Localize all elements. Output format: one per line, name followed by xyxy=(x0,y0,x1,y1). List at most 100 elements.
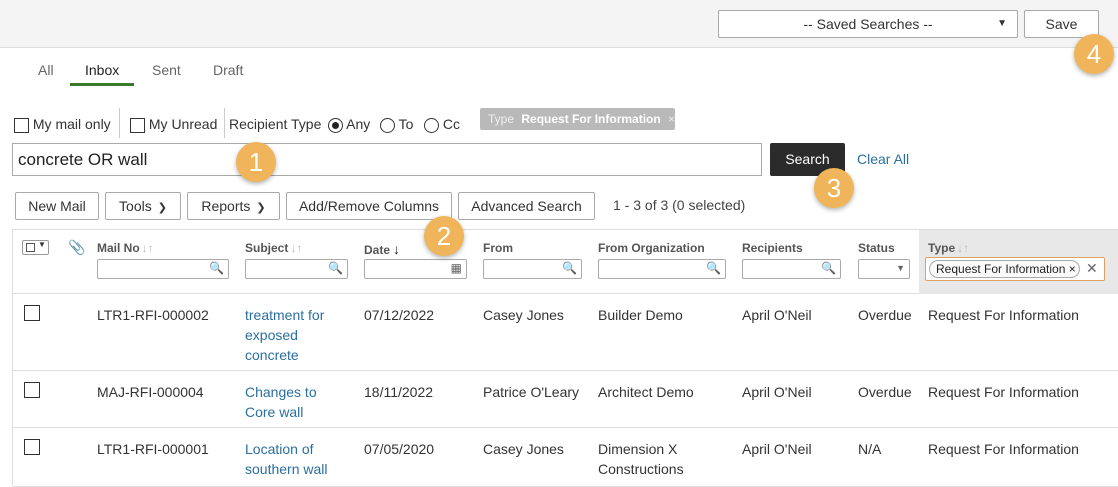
clear-icon[interactable]: ✕ xyxy=(1086,260,1098,277)
status-filter-select[interactable]: ▼ xyxy=(858,259,910,279)
tools-label: Tools xyxy=(119,198,152,214)
column-header-subject[interactable]: Subject ↓↑ xyxy=(245,241,302,255)
sort-icon: ↓↑ xyxy=(957,241,970,255)
advanced-search-button[interactable]: Advanced Search xyxy=(458,192,595,220)
caret-down-icon: ▼ xyxy=(38,240,46,249)
cell-from-org: Architect Demo xyxy=(598,384,694,400)
recipient-any-option[interactable]: Any xyxy=(328,116,370,133)
search-input[interactable]: concrete OR wall xyxy=(12,143,762,176)
result-count: 1 - 3 of 3 (0 selected) xyxy=(613,197,746,213)
cell-mail-no: LTR1-RFI-000001 xyxy=(97,441,209,457)
sort-icon: ↓↑ xyxy=(290,241,303,255)
table-row[interactable]: MAJ-RFI-000004 Changes to Core wall 18/1… xyxy=(13,371,1118,428)
column-header-date[interactable]: Date ↓ xyxy=(364,241,400,257)
calendar-icon: ▦ xyxy=(450,261,462,275)
column-header-from[interactable]: From xyxy=(483,241,513,255)
grid-header: ▼ 📎 Mail No ↓↑ Subject ↓↑ Date ↓ From From … xyxy=(13,230,1118,294)
table-row[interactable]: LTR1-RFI-000001 Location of southern wal… xyxy=(13,428,1118,487)
tab-all[interactable]: All xyxy=(38,62,54,86)
cell-mail-no: MAJ-RFI-000004 xyxy=(97,384,204,400)
select-all-checkbox[interactable]: ▼ xyxy=(22,240,49,255)
top-bar: -- Saved Searches -- ▼ Save xyxy=(0,0,1118,48)
type-filter-chip[interactable]: Type Request For Information × xyxy=(480,108,675,130)
cell-subject-link[interactable]: Changes to Core wall xyxy=(245,382,345,422)
my-unread-filter[interactable]: My Unread xyxy=(130,116,217,133)
cell-from: Patrice O'Leary xyxy=(483,384,580,400)
recipient-to-option[interactable]: To xyxy=(380,116,413,133)
row-checkbox[interactable] xyxy=(24,305,40,321)
cell-type: Request For Information xyxy=(928,307,1079,323)
cell-recipients: April O'Neil xyxy=(742,441,812,457)
table-row[interactable]: LTR1-RFI-000002 treatment for exposed co… xyxy=(13,294,1118,371)
my-unread-checkbox[interactable] xyxy=(130,117,145,133)
callout-badge-4: 4 xyxy=(1074,34,1114,74)
callout-badge-1: 1 xyxy=(236,142,276,182)
cell-date: 07/12/2022 xyxy=(364,307,435,323)
cell-subject-link[interactable]: treatment for exposed concrete xyxy=(245,305,345,365)
column-header-from-org[interactable]: From Organization xyxy=(598,241,705,255)
radio-to[interactable] xyxy=(380,117,395,133)
mail-grid: ▼ 📎 Mail No ↓↑ Subject ↓↑ Date ↓ From From … xyxy=(12,229,1118,487)
radio-any-label: Any xyxy=(346,116,371,132)
type-label: Type xyxy=(928,241,956,255)
my-mail-only-checkbox[interactable] xyxy=(14,117,29,133)
column-header-type[interactable]: Type ↓↑ xyxy=(928,241,969,255)
cell-type: Request For Information xyxy=(928,441,1079,457)
tab-draft[interactable]: Draft xyxy=(213,62,243,86)
date-label: Date xyxy=(364,243,391,257)
divider xyxy=(119,108,120,138)
column-header-status[interactable]: Status xyxy=(858,241,895,255)
subject-filter-input[interactable]: 🔍 xyxy=(245,259,348,279)
checkbox-icon xyxy=(26,243,35,252)
my-mail-only-label: My mail only xyxy=(32,116,111,132)
cell-status: Overdue xyxy=(858,307,912,323)
mail-no-filter-input[interactable]: 🔍 xyxy=(97,259,229,279)
from-filter-input[interactable]: 🔍 xyxy=(483,259,582,279)
type-chip-key: Type xyxy=(488,112,515,126)
chevron-down-icon: ❯ xyxy=(256,202,266,214)
my-mail-only-filter[interactable]: My mail only xyxy=(14,116,111,133)
cell-subject-link[interactable]: Location of southern wall xyxy=(245,439,345,479)
tab-sent[interactable]: Sent xyxy=(152,62,181,86)
reports-label: Reports xyxy=(201,198,251,214)
add-remove-columns-button[interactable]: Add/Remove Columns xyxy=(286,192,452,220)
column-header-mail-no[interactable]: Mail No ↓↑ xyxy=(97,241,154,255)
tools-button[interactable]: Tools ❯ xyxy=(105,192,181,220)
saved-searches-select[interactable]: -- Saved Searches -- ▼ xyxy=(718,10,1018,38)
cell-date: 07/05/2020 xyxy=(364,441,435,457)
caret-down-icon: ▼ xyxy=(997,18,1007,29)
from-org-filter-input[interactable]: 🔍 xyxy=(598,259,726,279)
type-filter-token[interactable]: Request For Information × xyxy=(929,260,1080,278)
recipient-cc-option[interactable]: Cc xyxy=(424,116,460,133)
caret-down-icon: ▼ xyxy=(896,263,905,273)
recipients-filter-input[interactable]: 🔍 xyxy=(742,259,841,279)
search-icon: 🔍 xyxy=(209,261,224,275)
my-unread-label: My Unread xyxy=(148,116,218,132)
sort-descending-icon: ↓ xyxy=(393,241,401,257)
cell-status: Overdue xyxy=(858,384,912,400)
column-header-recipients[interactable]: Recipients xyxy=(742,241,803,255)
cell-from-org: Dimension X Constructions xyxy=(598,441,684,477)
callout-badge-3: 3 xyxy=(814,168,854,208)
new-mail-button[interactable]: New Mail xyxy=(15,192,99,220)
cell-date: 18/11/2022 xyxy=(364,384,434,400)
search-icon: 🔍 xyxy=(328,261,343,275)
type-filter-select[interactable]: Request For Information × ✕ xyxy=(925,257,1105,281)
row-checkbox[interactable] xyxy=(24,382,40,398)
search-icon: 🔍 xyxy=(706,261,721,275)
paperclip-icon[interactable]: 📎 xyxy=(68,239,85,256)
radio-any[interactable] xyxy=(328,117,343,133)
clear-all-link[interactable]: Clear All xyxy=(857,151,909,167)
close-icon[interactable]: × xyxy=(668,112,675,126)
cell-mail-no: LTR1-RFI-000002 xyxy=(97,307,209,323)
row-checkbox[interactable] xyxy=(24,439,40,455)
subject-label: Subject xyxy=(245,241,289,255)
cell-recipients: April O'Neil xyxy=(742,384,812,400)
divider xyxy=(224,108,225,138)
date-filter-input[interactable]: ▦ xyxy=(364,259,467,279)
tab-inbox[interactable]: Inbox xyxy=(70,62,135,86)
reports-button[interactable]: Reports ❯ xyxy=(187,192,280,220)
cell-from: Casey Jones xyxy=(483,441,564,457)
callout-badge-2: 2 xyxy=(424,216,464,256)
radio-cc[interactable] xyxy=(424,117,439,133)
